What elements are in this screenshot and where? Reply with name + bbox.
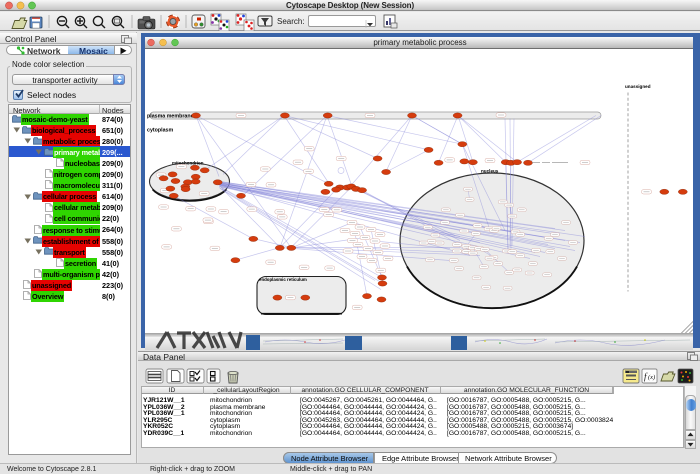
svg-text:plasma membrane: plasma membrane (147, 113, 194, 119)
svg-text:cytoplasm: cytoplasm (147, 127, 173, 133)
svg-text:(x): (x) (648, 374, 655, 381)
svg-text:endoplasmic reticulum: endoplasmic reticulum (259, 277, 307, 282)
svg-text:nucleus: nucleus (481, 168, 499, 173)
svg-text:unassigned: unassigned (625, 84, 651, 89)
svg-text:mitochondrion: mitochondrion (172, 160, 204, 165)
